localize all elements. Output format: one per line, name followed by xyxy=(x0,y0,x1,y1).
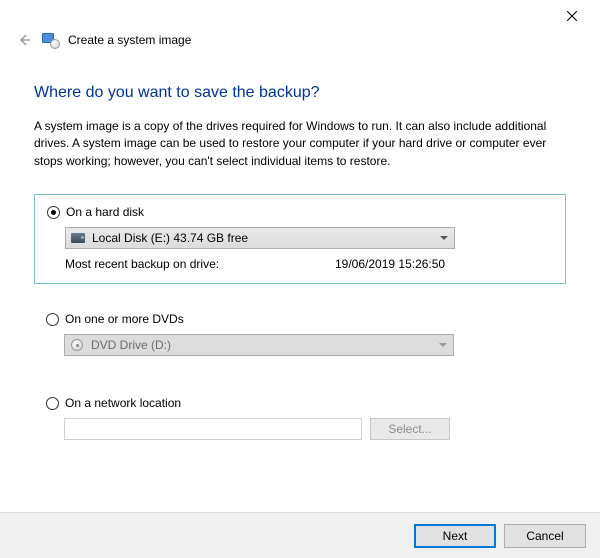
dvd-dropdown: DVD Drive (D:) xyxy=(64,334,454,356)
back-button[interactable] xyxy=(14,30,34,50)
radio-hard-disk[interactable] xyxy=(47,206,60,219)
radio-label-hard-disk: On a hard disk xyxy=(66,205,144,219)
content-area: Where do you want to save the backup? A … xyxy=(0,56,600,452)
radio-network[interactable] xyxy=(46,397,59,410)
chevron-down-icon xyxy=(439,343,447,347)
select-network-button: Select... xyxy=(370,418,450,440)
recent-backup-label: Most recent backup on drive: xyxy=(65,257,335,271)
close-icon xyxy=(567,11,577,21)
option-dvd: On one or more DVDs DVD Drive (D:) xyxy=(34,302,566,368)
cancel-button[interactable]: Cancel xyxy=(504,524,586,548)
header-row: Create a system image xyxy=(0,30,600,56)
radio-label-network: On a network location xyxy=(65,396,181,410)
radio-label-dvd: On one or more DVDs xyxy=(65,312,184,326)
back-arrow-icon xyxy=(16,32,32,48)
radio-row-hard-disk[interactable]: On a hard disk xyxy=(47,205,553,219)
page-heading: Where do you want to save the backup? xyxy=(34,84,566,102)
footer: Next Cancel xyxy=(0,512,600,558)
page-description: A system image is a copy of the drives r… xyxy=(34,118,566,170)
radio-row-dvd[interactable]: On one or more DVDs xyxy=(46,312,554,326)
dvd-icon xyxy=(69,339,85,351)
network-row: Select... xyxy=(64,418,554,440)
option-hard-disk: On a hard disk Local Disk (E:) 43.74 GB … xyxy=(34,194,566,284)
next-button[interactable]: Next xyxy=(414,524,496,548)
hdd-icon xyxy=(70,232,86,244)
dvd-selected: DVD Drive (D:) xyxy=(91,338,171,352)
window-title: Create a system image xyxy=(68,33,191,47)
radio-row-network[interactable]: On a network location xyxy=(46,396,554,410)
close-button[interactable] xyxy=(552,4,592,28)
option-network: On a network location Select... xyxy=(34,386,566,452)
network-path-input xyxy=(64,418,362,440)
chevron-down-icon xyxy=(440,236,448,240)
radio-dvd[interactable] xyxy=(46,313,59,326)
recent-backup-row: Most recent backup on drive: 19/06/2019 … xyxy=(65,257,553,271)
hard-disk-dropdown[interactable]: Local Disk (E:) 43.74 GB free xyxy=(65,227,455,249)
system-image-icon xyxy=(42,31,60,49)
titlebar xyxy=(0,0,600,30)
recent-backup-value: 19/06/2019 15:26:50 xyxy=(335,257,445,271)
hard-disk-selected: Local Disk (E:) 43.74 GB free xyxy=(92,231,248,245)
